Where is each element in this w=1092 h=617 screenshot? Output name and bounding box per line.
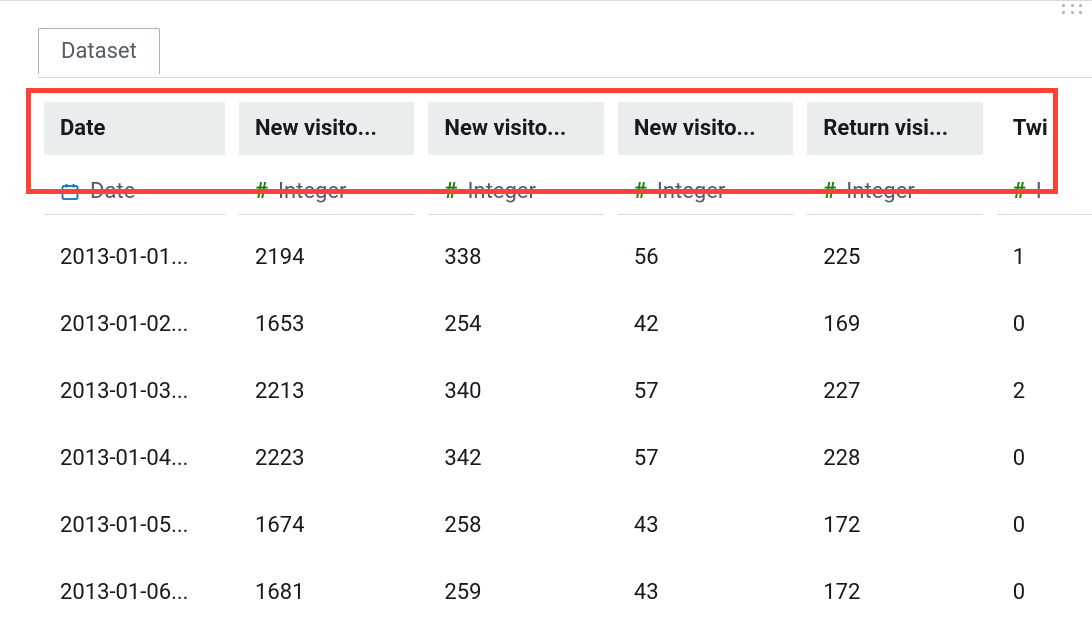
table-cell: 1653 xyxy=(239,300,414,349)
table-cell: 2013-01-03... xyxy=(44,367,225,416)
column-header-return-visitor[interactable]: Return visi... xyxy=(807,102,982,155)
hash-icon: # xyxy=(634,181,647,203)
hash-icon: # xyxy=(255,181,268,203)
tab-label: Dataset xyxy=(61,39,137,64)
table-cell: 1 xyxy=(997,233,1092,282)
column-header-label: Date xyxy=(60,116,105,141)
column-type-integer[interactable]: # Integer xyxy=(428,173,603,215)
hash-icon: # xyxy=(823,181,836,203)
column-header-new-visitor-1[interactable]: New visito... xyxy=(239,102,414,155)
column-header-label: Twi xyxy=(1013,116,1048,141)
table-cell: 0 xyxy=(997,501,1092,550)
hash-icon: # xyxy=(1013,181,1026,203)
column-header-new-visitor-2[interactable]: New visito... xyxy=(428,102,603,155)
table-row[interactable]: 2013-01-04... 2223 342 57 228 0 xyxy=(38,434,1092,483)
table-cell: 2013-01-01... xyxy=(44,233,225,282)
table-cell: 2213 xyxy=(239,367,414,416)
table-cell: 43 xyxy=(618,568,793,617)
table-row[interactable]: 2013-01-05... 1674 258 43 172 0 xyxy=(38,501,1092,550)
table-row[interactable]: 2013-01-06... 1681 259 43 172 0 xyxy=(38,568,1092,617)
table-cell: 42 xyxy=(618,300,793,349)
table-cell: 2194 xyxy=(239,233,414,282)
column-header-date[interactable]: Date xyxy=(44,102,225,155)
data-table: Date New visito... New visito... New vis… xyxy=(38,102,1092,617)
table-cell: 228 xyxy=(807,434,982,483)
table-cell: 57 xyxy=(618,367,793,416)
column-type-date[interactable]: Date xyxy=(44,173,225,215)
table-cell: 225 xyxy=(807,233,982,282)
hash-icon: # xyxy=(444,181,457,203)
column-header-label: New visito... xyxy=(634,116,756,141)
table-cell: 254 xyxy=(428,300,603,349)
table-cell: 43 xyxy=(618,501,793,550)
panel-top-border xyxy=(0,0,1092,3)
calendar-icon xyxy=(60,182,80,202)
tab-dataset[interactable]: Dataset xyxy=(38,28,160,74)
table-type-row: Date # Integer # Integer # Integer # Int… xyxy=(38,173,1092,215)
table-cell: 57 xyxy=(618,434,793,483)
column-type-label: I xyxy=(1036,179,1042,204)
table-cell: 0 xyxy=(997,568,1092,617)
table-cell: 172 xyxy=(807,501,982,550)
panel-divider xyxy=(38,77,1092,78)
table-cell: 56 xyxy=(618,233,793,282)
table-cell: 2013-01-02... xyxy=(44,300,225,349)
table-cell: 1674 xyxy=(239,501,414,550)
column-header-label: Return visi... xyxy=(823,116,948,141)
column-type-integer[interactable]: # Integer xyxy=(807,173,982,215)
column-type-integer[interactable]: # Integer xyxy=(239,173,414,215)
table-row[interactable]: 2013-01-01... 2194 338 56 225 1 xyxy=(38,233,1092,282)
column-header-twi[interactable]: Twi xyxy=(997,102,1092,155)
table-cell: 172 xyxy=(807,568,982,617)
table-header-row: Date New visito... New visito... New vis… xyxy=(38,102,1092,155)
column-type-label: Integer xyxy=(278,179,346,204)
table-cell: 258 xyxy=(428,501,603,550)
table-cell: 1681 xyxy=(239,568,414,617)
column-header-label: New visito... xyxy=(255,116,377,141)
table-cell: 227 xyxy=(807,367,982,416)
table-cell: 2013-01-06... xyxy=(44,568,225,617)
column-header-new-visitor-3[interactable]: New visito... xyxy=(618,102,793,155)
tab-bar: Dataset xyxy=(38,28,160,74)
table-cell: 0 xyxy=(997,434,1092,483)
table-cell: 2 xyxy=(997,367,1092,416)
column-type-integer[interactable]: # Integer xyxy=(618,173,793,215)
drag-handle-icon[interactable] xyxy=(1062,4,1082,14)
table-row[interactable]: 2013-01-03... 2213 340 57 227 2 xyxy=(38,367,1092,416)
column-type-label: Integer xyxy=(846,179,914,204)
table-cell: 342 xyxy=(428,434,603,483)
column-header-label: New visito... xyxy=(444,116,566,141)
column-type-label: Integer xyxy=(657,179,725,204)
table-cell: 2223 xyxy=(239,434,414,483)
table-cell: 338 xyxy=(428,233,603,282)
table-cell: 259 xyxy=(428,568,603,617)
table-cell: 2013-01-04... xyxy=(44,434,225,483)
column-type-label: Integer xyxy=(467,179,535,204)
column-type-label: Date xyxy=(90,179,135,204)
table-cell: 2013-01-05... xyxy=(44,501,225,550)
table-cell: 169 xyxy=(807,300,982,349)
table-row[interactable]: 2013-01-02... 1653 254 42 169 0 xyxy=(38,300,1092,349)
table-cell: 340 xyxy=(428,367,603,416)
column-type-integer[interactable]: # I xyxy=(997,173,1092,215)
table-cell: 0 xyxy=(997,300,1092,349)
